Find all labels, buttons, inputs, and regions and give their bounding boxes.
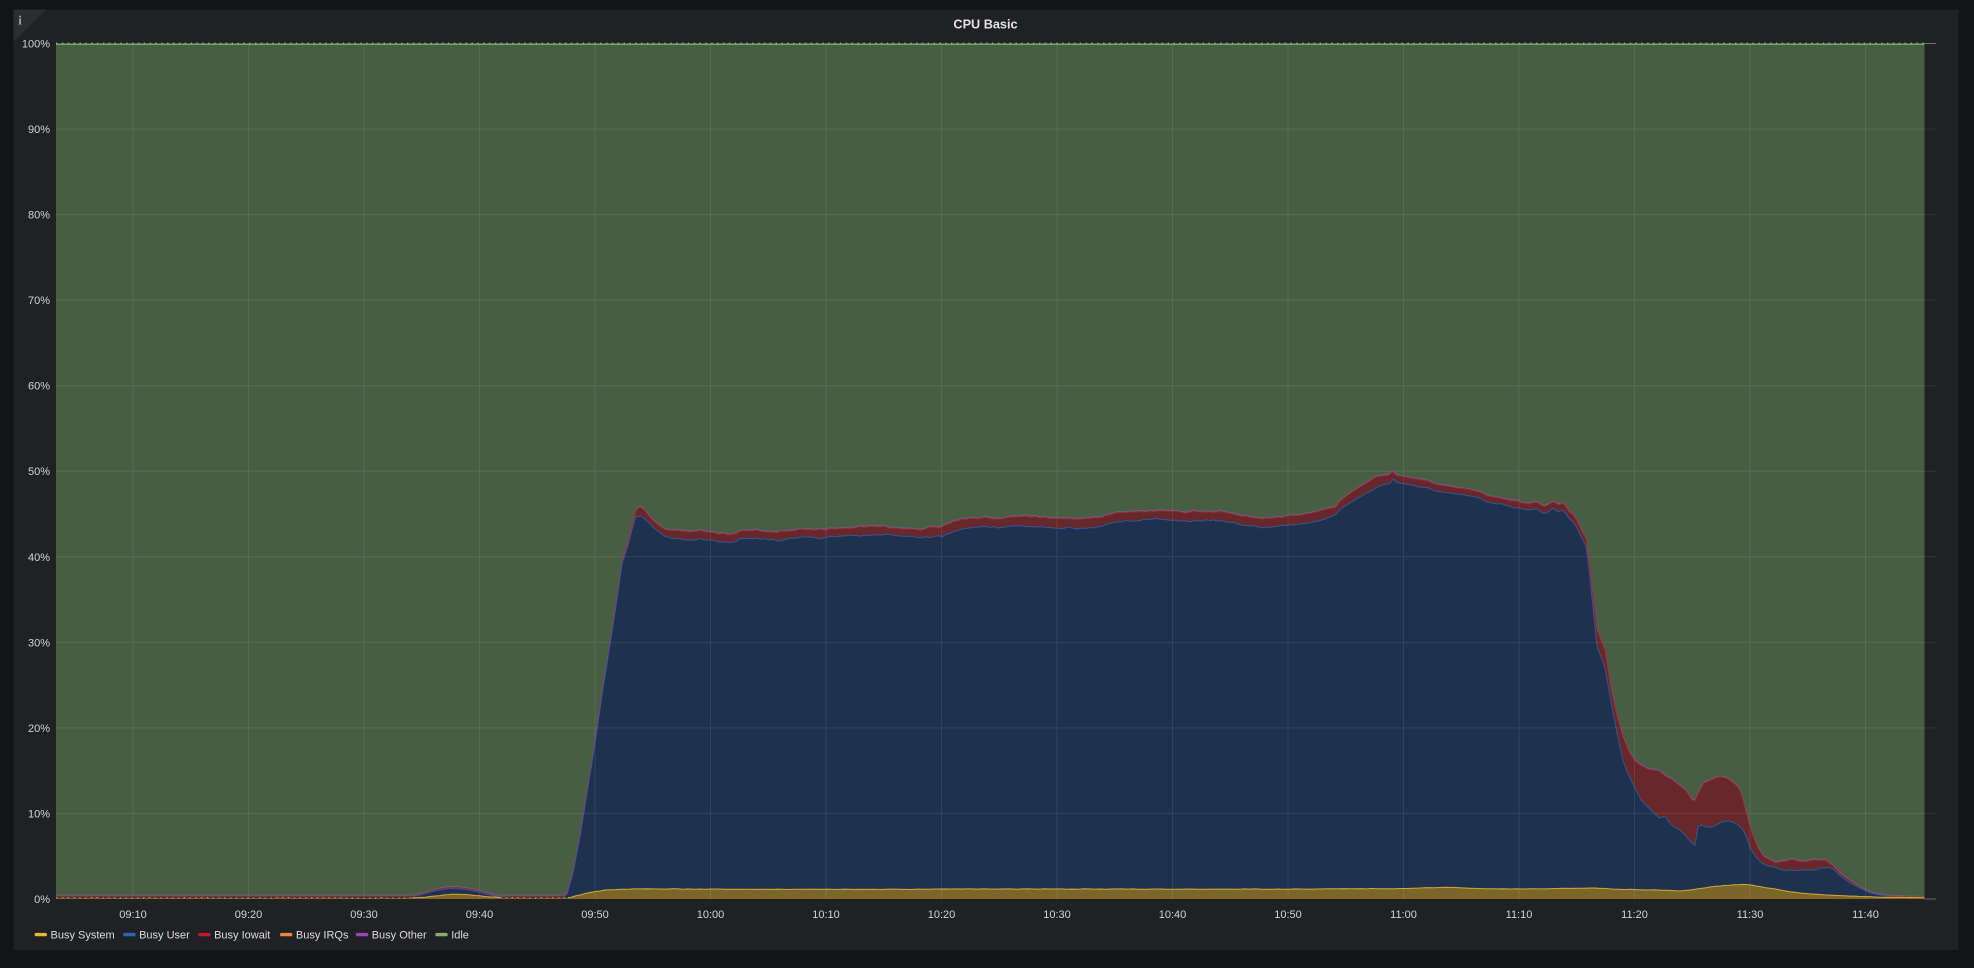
svg-text:11:00: 11:00 bbox=[1390, 909, 1417, 921]
svg-text:90%: 90% bbox=[28, 124, 50, 136]
svg-text:10:50: 10:50 bbox=[1274, 909, 1302, 921]
svg-text:70%: 70% bbox=[28, 295, 50, 307]
svg-text:Busy IRQs: Busy IRQs bbox=[296, 930, 349, 942]
svg-text:09:30: 09:30 bbox=[350, 909, 378, 921]
svg-text:11:10: 11:10 bbox=[1506, 909, 1533, 921]
svg-text:Busy Other: Busy Other bbox=[372, 930, 427, 942]
svg-text:10:00: 10:00 bbox=[697, 909, 725, 921]
svg-text:40%: 40% bbox=[28, 552, 50, 564]
svg-text:11:30: 11:30 bbox=[1737, 909, 1764, 921]
svg-text:Idle: Idle bbox=[451, 930, 469, 942]
svg-text:50%: 50% bbox=[28, 466, 50, 478]
svg-text:10:10: 10:10 bbox=[812, 909, 840, 921]
svg-text:20%: 20% bbox=[28, 723, 50, 735]
svg-text:0%: 0% bbox=[34, 894, 50, 906]
svg-text:09:50: 09:50 bbox=[581, 909, 609, 921]
svg-text:Busy User: Busy User bbox=[139, 930, 190, 942]
svg-text:11:20: 11:20 bbox=[1621, 909, 1648, 921]
svg-text:100%: 100% bbox=[22, 39, 50, 51]
svg-text:10:30: 10:30 bbox=[1043, 909, 1071, 921]
svg-text:10:40: 10:40 bbox=[1159, 909, 1187, 921]
svg-text:10%: 10% bbox=[28, 808, 50, 820]
svg-text:i: i bbox=[18, 13, 22, 28]
svg-text:Busy Iowait: Busy Iowait bbox=[214, 930, 270, 942]
svg-text:10:20: 10:20 bbox=[928, 909, 956, 921]
svg-text:30%: 30% bbox=[28, 637, 50, 649]
svg-text:09:40: 09:40 bbox=[466, 909, 494, 921]
svg-text:Busy System: Busy System bbox=[51, 930, 115, 942]
svg-text:09:10: 09:10 bbox=[119, 909, 147, 921]
svg-text:80%: 80% bbox=[28, 210, 50, 222]
svg-text:60%: 60% bbox=[28, 381, 50, 393]
svg-text:CPU Basic: CPU Basic bbox=[953, 18, 1017, 32]
svg-text:11:40: 11:40 bbox=[1852, 909, 1879, 921]
svg-text:09:20: 09:20 bbox=[235, 909, 263, 921]
